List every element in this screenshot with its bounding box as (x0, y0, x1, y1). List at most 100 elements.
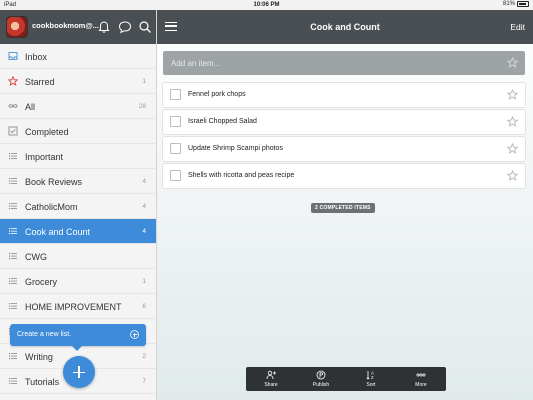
tooltip-text: Create a new list. (17, 331, 72, 338)
battery-icon (517, 1, 529, 7)
avatar[interactable] (6, 16, 28, 38)
comment-icon[interactable] (118, 20, 132, 34)
battery-percent: 81% (502, 1, 515, 7)
share-button[interactable]: Share (246, 367, 296, 391)
inbox-icon (8, 52, 18, 60)
sidebar-item-count: 4 (142, 203, 146, 210)
sort-button[interactable]: A Z Sort (346, 367, 396, 391)
sidebar-item-label: Important (25, 152, 64, 162)
task-title[interactable]: Israeli Chopped Salad (188, 118, 257, 125)
sidebar-item-count: 4 (142, 228, 146, 235)
task-item[interactable]: Shells with ricotta and peas recipe (163, 164, 525, 188)
sidebar-item-catholicmom[interactable]: CatholicMom 4 (0, 194, 156, 219)
sort-label: Sort (366, 382, 376, 388)
main-header: Cook and Count Edit (157, 10, 533, 44)
sidebar-item-starred[interactable]: Starred 1 (0, 69, 156, 94)
tooltip-arrow (72, 346, 82, 351)
more-button[interactable]: More (396, 367, 446, 391)
sidebar-item-label: Inbox (25, 52, 48, 62)
sidebar-item-inbox[interactable]: Inbox (0, 44, 156, 69)
publish-icon (316, 370, 326, 380)
list-icon (9, 278, 17, 285)
sidebar-item-important[interactable]: Important (0, 144, 156, 169)
edit-button[interactable]: Edit (510, 22, 525, 32)
svg-text:Z: Z (371, 375, 374, 380)
sidebar-item-book-reviews[interactable]: Book Reviews 4 (0, 169, 156, 194)
list-icon (9, 178, 17, 185)
list-title: Cook and Count (310, 22, 380, 32)
bell-icon[interactable] (97, 20, 111, 34)
task-checkbox[interactable] (170, 116, 181, 127)
sidebar-item-label: Completed (25, 127, 69, 137)
plus-circle-icon (130, 330, 139, 339)
add-item-bar (163, 51, 525, 75)
sidebar-item-label: Grocery (25, 277, 58, 287)
main-panel: Cook and Count Edit Fennel pork chops Is… (157, 10, 533, 400)
sidebar-item-label: Starred (25, 77, 55, 87)
list-icon (9, 253, 17, 260)
add-list-button[interactable] (63, 356, 95, 388)
more-icon (416, 373, 426, 377)
sidebar-item-count: 6 (142, 303, 146, 310)
star-icon[interactable] (507, 143, 518, 154)
share-icon (266, 370, 276, 380)
user-name[interactable]: cookbookmom@... (32, 21, 99, 30)
list-icon (9, 303, 17, 310)
sidebar-item-label: All (25, 102, 36, 112)
list-icon (9, 378, 17, 385)
sidebar-item-count: 7 (142, 378, 146, 385)
task-checkbox[interactable] (170, 143, 181, 154)
sidebar-item-cook-and-count[interactable]: Cook and Count 4 (0, 219, 156, 244)
bottom-toolbar: Share Publish A Z Sort More (246, 367, 446, 391)
sidebar-item-grocery[interactable]: Grocery 1 (0, 269, 156, 294)
task-checkbox[interactable] (170, 89, 181, 100)
sidebar-item-count: 28 (138, 103, 146, 110)
add-item-input[interactable] (163, 51, 525, 75)
publish-label: Publish (312, 382, 330, 388)
sidebar-item-label: Writing (25, 352, 53, 362)
create-list-tooltip[interactable]: Create a new list. (10, 324, 146, 351)
list-icon (9, 228, 17, 235)
list-icon (9, 353, 17, 360)
sidebar-item-count: 1 (142, 278, 146, 285)
list-icon (9, 203, 17, 210)
sidebar-item-all[interactable]: All 28 (0, 94, 156, 119)
sidebar-item-label: Tutorials (25, 377, 60, 387)
star-icon[interactable] (507, 89, 518, 100)
sidebar-item-label: Book Reviews (25, 177, 83, 187)
sidebar-item-count: 4 (142, 178, 146, 185)
task-item[interactable]: Update Shrimp Scampi photos (163, 137, 525, 161)
status-bar: iPad 10:06 PM 81% (0, 0, 533, 10)
sidebar-item-cwg[interactable]: CWG (0, 244, 156, 269)
search-icon[interactable] (138, 20, 152, 34)
publish-button[interactable]: Publish (296, 367, 346, 391)
star-icon[interactable] (507, 57, 518, 68)
list-icon (9, 153, 17, 160)
check-box-icon (8, 126, 18, 136)
task-checkbox[interactable] (170, 170, 181, 181)
share-label: Share (264, 382, 278, 388)
sidebar-item-count: 1 (142, 78, 146, 85)
battery-status: 81% (503, 1, 529, 7)
sidebar-item-label: CWG (25, 252, 47, 262)
sidebar-item-completed[interactable]: Completed (0, 119, 156, 144)
star-icon[interactable] (507, 170, 518, 181)
task-title[interactable]: Fennel pork chops (188, 91, 246, 98)
sidebar-item-label: CatholicMom (25, 202, 78, 212)
task-title[interactable]: Update Shrimp Scampi photos (188, 145, 283, 152)
sidebar-item-label: Cook and Count (25, 227, 91, 237)
star-icon[interactable] (507, 116, 518, 127)
completed-items-button[interactable]: 2 COMPLETED ITEMS (311, 203, 375, 213)
infinity-icon (8, 104, 18, 108)
status-time: 10:06 PM (253, 1, 280, 8)
sidebar-item-label: HOME IMPROVEMENT (25, 302, 122, 312)
star-icon (8, 76, 18, 86)
task-title[interactable]: Shells with ricotta and peas recipe (188, 172, 294, 179)
sidebar-item-count: 2 (142, 353, 146, 360)
sort-icon: A Z (366, 371, 374, 380)
task-list: Fennel pork chops Israeli Chopped Salad … (163, 83, 525, 191)
task-item[interactable]: Fennel pork chops (163, 83, 525, 107)
task-item[interactable]: Israeli Chopped Salad (163, 110, 525, 134)
sidebar-header: cookbookmom@... (0, 10, 156, 44)
sidebar-item-home-improvement[interactable]: HOME IMPROVEMENT 6 (0, 294, 156, 319)
